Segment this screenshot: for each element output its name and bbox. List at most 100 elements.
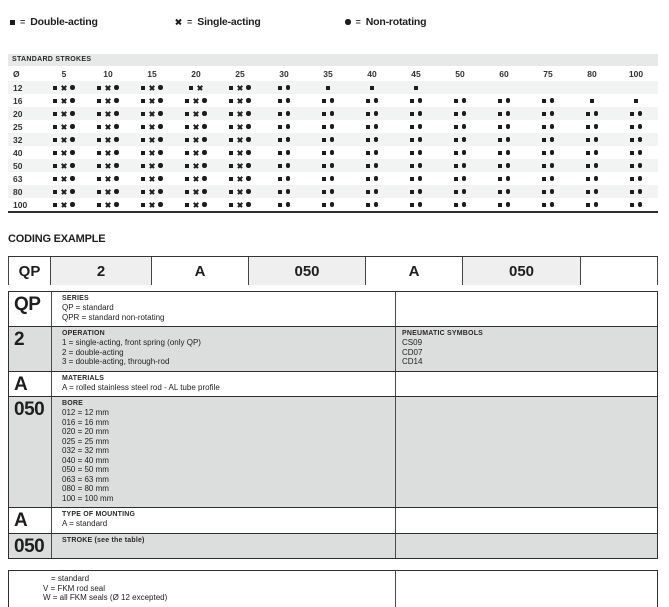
bore-row-label: 16 (8, 94, 42, 107)
non-rotating-icon (330, 98, 335, 103)
double-acting-icon (185, 177, 189, 181)
double-acting-icon (278, 138, 282, 142)
double-acting-icon (454, 151, 458, 155)
stroke-cell (174, 172, 218, 185)
section-description: TYPE OF MOUNTINGA = standard (51, 508, 395, 533)
stroke-cell (614, 107, 658, 120)
single-acting-icon (237, 189, 243, 195)
non-rotating-icon (418, 111, 423, 116)
stroke-column-header: 50 (438, 66, 482, 81)
double-acting-icon (229, 151, 233, 155)
single-acting-icon (105, 124, 111, 130)
standard-strokes-grid: Ø510152025303540455060758010012162025324… (8, 66, 658, 213)
stroke-cell (262, 172, 306, 185)
single-acting-icon (105, 137, 111, 143)
non-rotating-icon (418, 98, 423, 103)
non-rotating-icon (550, 189, 555, 194)
double-acting-icon (97, 86, 101, 90)
stroke-cell (218, 159, 262, 172)
section-right-cell (395, 397, 657, 507)
legend-item: =Single-acting (175, 16, 345, 28)
seal-options-lines: = standardV = FKM rod sealW = all FKM se… (9, 571, 395, 607)
non-rotating-icon (246, 163, 251, 168)
single-acting-icon (237, 150, 243, 156)
non-rotating-icon (70, 85, 75, 90)
double-acting-icon (630, 164, 634, 168)
stroke-cell (174, 159, 218, 172)
non-rotating-icon (70, 98, 75, 103)
double-acting-square-icon (10, 20, 15, 25)
single-acting-icon (105, 202, 111, 208)
double-acting-icon (141, 86, 145, 90)
stroke-cell (438, 81, 482, 94)
non-rotating-icon (286, 163, 291, 168)
double-acting-icon (278, 99, 282, 103)
stroke-cell (262, 198, 306, 211)
double-acting-icon (586, 138, 590, 142)
stroke-cell (438, 94, 482, 107)
non-rotating-icon (638, 137, 643, 142)
stroke-cell (614, 185, 658, 198)
section-line: 025 = 25 mm (62, 437, 395, 447)
non-rotating-icon (638, 189, 643, 194)
stroke-cell (394, 81, 438, 94)
double-acting-icon (322, 138, 326, 142)
double-acting-icon (498, 190, 502, 194)
non-rotating-icon (594, 189, 599, 194)
section-title: TYPE OF MOUNTING (62, 511, 395, 518)
stroke-cell (42, 107, 86, 120)
non-rotating-icon (70, 150, 75, 155)
section-right-cell (395, 508, 657, 533)
non-rotating-icon (330, 111, 335, 116)
coding-example-heading: CODING EXAMPLE (8, 233, 105, 245)
stroke-cell (394, 198, 438, 211)
stroke-cell (218, 146, 262, 159)
single-acting-icon (237, 176, 243, 182)
double-acting-icon (586, 190, 590, 194)
section-line: 050 = 50 mm (62, 465, 395, 475)
single-acting-icon (149, 202, 155, 208)
code-segment: 2 (51, 257, 152, 285)
double-acting-icon (229, 203, 233, 207)
bore-row-label: 12 (8, 81, 42, 94)
non-rotating-icon (374, 98, 379, 103)
stroke-cell (306, 107, 350, 120)
double-acting-icon (141, 203, 145, 207)
double-acting-icon (586, 112, 590, 116)
section-line: A = standard (62, 519, 395, 529)
double-acting-icon (185, 151, 189, 155)
double-acting-icon (322, 112, 326, 116)
double-acting-icon (141, 190, 145, 194)
non-rotating-icon (70, 176, 75, 181)
single-acting-icon (237, 163, 243, 169)
stroke-cell (394, 159, 438, 172)
stroke-cell (306, 81, 350, 94)
non-rotating-icon (286, 111, 291, 116)
double-acting-icon (229, 138, 233, 142)
double-acting-icon (322, 151, 326, 155)
stroke-column-header: 45 (394, 66, 438, 81)
stroke-cell (438, 172, 482, 185)
stroke-cell (482, 120, 526, 133)
single-acting-icon (149, 124, 155, 130)
pneumatic-symbol-line: CS09 (402, 338, 657, 348)
double-acting-icon (590, 99, 594, 103)
non-rotating-icon (158, 111, 163, 116)
single-acting-icon (193, 124, 199, 130)
stroke-cell (86, 198, 130, 211)
double-acting-icon (185, 112, 189, 116)
stroke-cell (614, 120, 658, 133)
stroke-cell (482, 81, 526, 94)
standard-strokes-table: STANDARD STROKES Ø5101520253035404550607… (8, 54, 658, 213)
code-cell: 050 (9, 534, 51, 558)
single-acting-cross-icon (175, 19, 182, 26)
double-acting-icon (326, 86, 330, 90)
double-acting-icon (141, 151, 145, 155)
section-description: STROKE (see the table) (51, 534, 395, 558)
non-rotating-icon (330, 163, 335, 168)
non-rotating-icon (158, 98, 163, 103)
stroke-cell (570, 172, 614, 185)
non-rotating-icon (418, 163, 423, 168)
stroke-cell (130, 159, 174, 172)
stroke-cell (42, 172, 86, 185)
